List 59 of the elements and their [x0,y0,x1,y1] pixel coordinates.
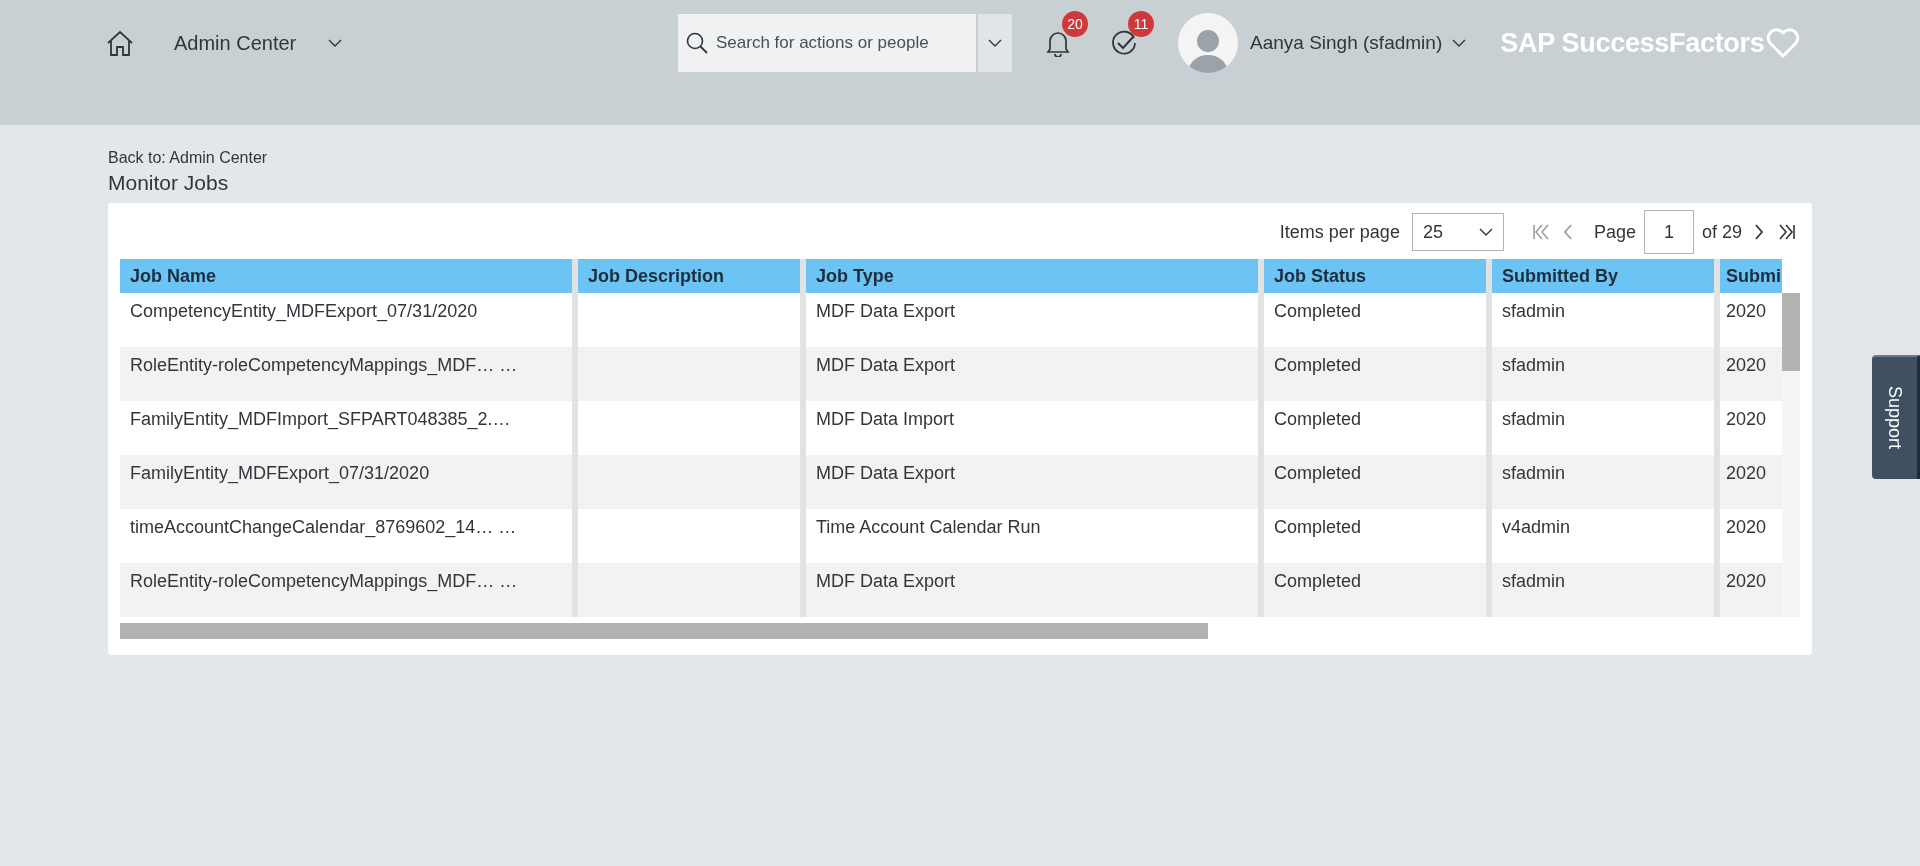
home-icon[interactable] [106,29,134,57]
table-cell: RoleEntity-roleCompetencyMappings_MDF… … [120,347,572,401]
page-total: of 29 [1701,221,1742,243]
caret-icon[interactable] [1452,38,1467,48]
horizontal-scrollbar-thumb[interactable] [120,623,1208,639]
double-chevron-right-icon [1777,222,1797,242]
table-cell: CompetencyEntity_MDFExport_07/31/2020 [120,293,572,347]
table-cell: FamilyEntity_MDFExport_07/31/2020 [120,455,572,509]
table-cell: Time Account Calendar Run [806,509,1258,563]
page-number-field[interactable]: 1 [1643,210,1694,254]
table-cell: v4admin [1492,509,1714,563]
table-cell: MDF Data Import [806,401,1258,455]
double-chevron-left-icon [1530,222,1551,242]
table-cell: sfadmin [1492,563,1714,617]
column-header[interactable]: Job Description [578,259,800,293]
page-title: Monitor Jobs [108,171,230,195]
back-link[interactable]: Back to: Admin Center [108,149,268,167]
column-header[interactable]: Submitted By [1492,259,1714,293]
table-cell: MDF Data Export [806,293,1258,347]
nav-menu-title[interactable]: Admin Center [174,31,297,55]
table-cell: 2020 [1720,347,1782,401]
table-cell: 2020 [1720,455,1782,509]
support-tab[interactable]: Support [1872,355,1920,479]
table-cell: Completed [1264,509,1486,563]
page-label: Page [1593,221,1636,243]
user-menu-button[interactable]: Aanya Singh (sfadmin) [1250,32,1467,54]
column-header[interactable]: Job Status [1264,259,1486,293]
table-cell: timeAccountChangeCalendar_8769602_14… … [120,509,572,563]
search-icon [686,32,708,54]
caret-icon[interactable] [988,38,1002,48]
check-circle-icon [1110,29,1138,57]
search-field[interactable]: Search for actions or people [678,14,976,72]
items-per-page-label: Items per page [1279,221,1400,243]
table-cell: MDF Data Export [806,455,1258,509]
table-cell: sfadmin [1492,293,1714,347]
table-cell: 2020 [1720,563,1782,617]
todo-count-badge: 11 [1128,11,1154,37]
column-header[interactable]: Submi [1720,259,1782,293]
table-cell: sfadmin [1492,455,1714,509]
bell-icon [1046,29,1070,57]
table-cell: RoleEntity-roleCompetencyMappings_MDF… … [120,563,572,617]
vertical-scrollbar-thumb[interactable] [1782,293,1800,371]
notification-count-badge: 20 [1062,11,1088,37]
caret-icon[interactable] [328,38,343,48]
table-cell: sfadmin [1492,401,1714,455]
heart-icon [1766,27,1801,59]
table-cell: Completed [1264,293,1486,347]
column-header[interactable]: Job Name [120,259,572,293]
table-cell: Completed [1264,563,1486,617]
items-per-page-select[interactable]: 25 [1411,213,1504,251]
table-cell: MDF Data Export [806,347,1258,401]
table-cell: Completed [1264,455,1486,509]
column-header[interactable]: Job Type [806,259,1258,293]
table-cell: Completed [1264,347,1486,401]
caret-icon[interactable] [1478,227,1493,237]
table-cell: Completed [1264,401,1486,455]
table-cell: sfadmin [1492,347,1714,401]
table-cell: FamilyEntity_MDFImport_SFPART048385_2.… [120,401,572,455]
table-cell: MDF Data Export [806,563,1258,617]
